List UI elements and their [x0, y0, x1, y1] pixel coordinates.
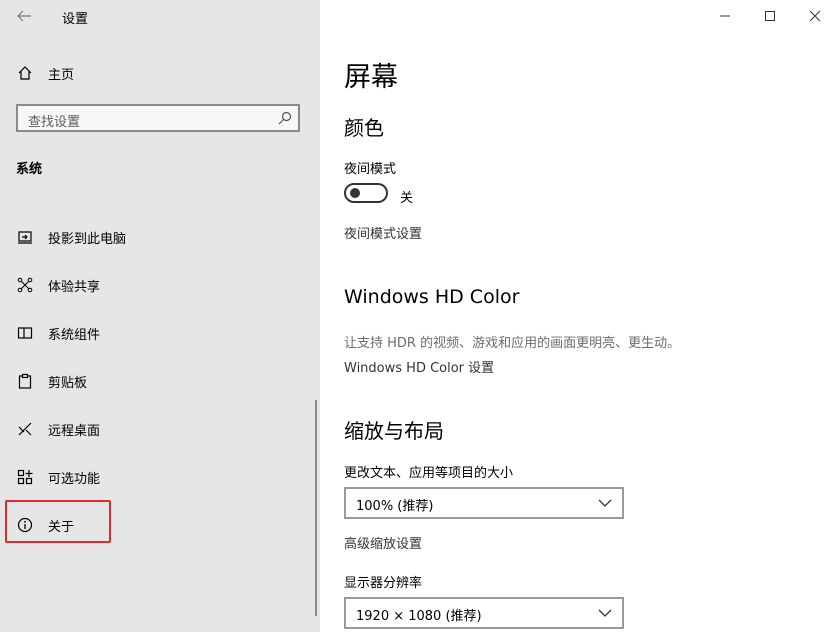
optional-features-icon — [16, 468, 34, 486]
sidebar-item-optional-features[interactable]: 可选功能 — [0, 457, 300, 497]
sidebar-item-label: 体验共享 — [48, 279, 101, 295]
home-icon — [16, 64, 34, 82]
components-icon — [16, 324, 34, 342]
sidebar-item-label: 可选功能 — [48, 471, 101, 487]
sidebar-item-share[interactable]: 体验共享 — [0, 265, 300, 305]
sidebar-item-label: 剪贴板 — [48, 375, 88, 391]
chevron-down-icon — [598, 609, 612, 617]
sidebar-item-label: 系统组件 — [48, 327, 101, 343]
color-section-title: 颜色 — [344, 116, 384, 140]
sidebar-item-label: 主页 — [48, 67, 75, 83]
hd-color-settings-link[interactable]: Windows HD Color 设置 — [344, 357, 494, 376]
search-placeholder: 查找设置 — [28, 115, 81, 130]
minimize-icon — [720, 15, 730, 17]
back-button[interactable] — [8, 2, 40, 30]
minimize-button[interactable] — [710, 4, 740, 28]
maximize-icon — [765, 11, 775, 21]
night-mode-label: 夜间模式 — [344, 162, 397, 177]
hd-color-description: 让支持 HDR 的视频、游戏和应用的画面更明亮、更生动。 — [344, 336, 681, 351]
text-size-label: 更改文本、应用等项目的大小 — [344, 466, 514, 481]
advanced-scaling-link[interactable]: 高级缩放设置 — [344, 533, 422, 552]
resolution-select-value: 1920 × 1080 (推荐) — [356, 609, 482, 624]
search-input[interactable]: 查找设置 — [16, 104, 300, 132]
sidebar-item-label: 远程桌面 — [48, 423, 101, 439]
sidebar-item-home[interactable]: 主页 — [0, 53, 300, 93]
night-mode-settings-link[interactable]: 夜间模式设置 — [344, 223, 422, 242]
close-icon — [809, 10, 821, 22]
sidebar: 设置 主页 查找设置 系统 投影到此电脑 体验共享 系统组件 剪贴板 远程桌面 … — [0, 0, 320, 632]
remote-desktop-icon — [16, 420, 34, 438]
sidebar-item-clipboard[interactable]: 剪贴板 — [0, 361, 300, 401]
maximize-button[interactable] — [755, 4, 785, 28]
sidebar-item-project[interactable]: 投影到此电脑 — [0, 217, 300, 257]
night-mode-toggle[interactable] — [344, 183, 388, 203]
scale-section-title: 缩放与布局 — [344, 419, 444, 443]
sidebar-scrollbar[interactable] — [315, 400, 317, 616]
app-title: 设置 — [62, 12, 89, 27]
section-title: 系统 — [16, 162, 43, 177]
resolution-select[interactable]: 1920 × 1080 (推荐) — [344, 597, 624, 629]
sidebar-item-label: 投影到此电脑 — [48, 231, 127, 247]
toggle-knob — [350, 188, 360, 198]
sidebar-item-remote-desktop[interactable]: 远程桌面 — [0, 409, 300, 449]
main-content: 屏幕 颜色 夜间模式 关 夜间模式设置 Windows HD Color 让支持… — [320, 0, 839, 632]
clipboard-icon — [16, 372, 34, 390]
page-title: 屏幕 — [344, 62, 398, 93]
scale-select-value: 100% (推荐) — [356, 499, 434, 514]
highlight-box — [5, 500, 111, 543]
night-mode-state: 关 — [400, 191, 414, 206]
share-icon — [16, 276, 34, 294]
scale-select[interactable]: 100% (推荐) — [344, 487, 624, 519]
resolution-label: 显示器分辨率 — [344, 576, 423, 591]
sidebar-item-components[interactable]: 系统组件 — [0, 313, 300, 353]
close-button[interactable] — [800, 4, 830, 28]
project-icon — [16, 228, 34, 246]
hd-color-section-title: Windows HD Color — [344, 286, 520, 308]
back-arrow-icon — [17, 10, 31, 22]
chevron-down-icon — [598, 499, 612, 507]
search-icon — [278, 111, 292, 125]
